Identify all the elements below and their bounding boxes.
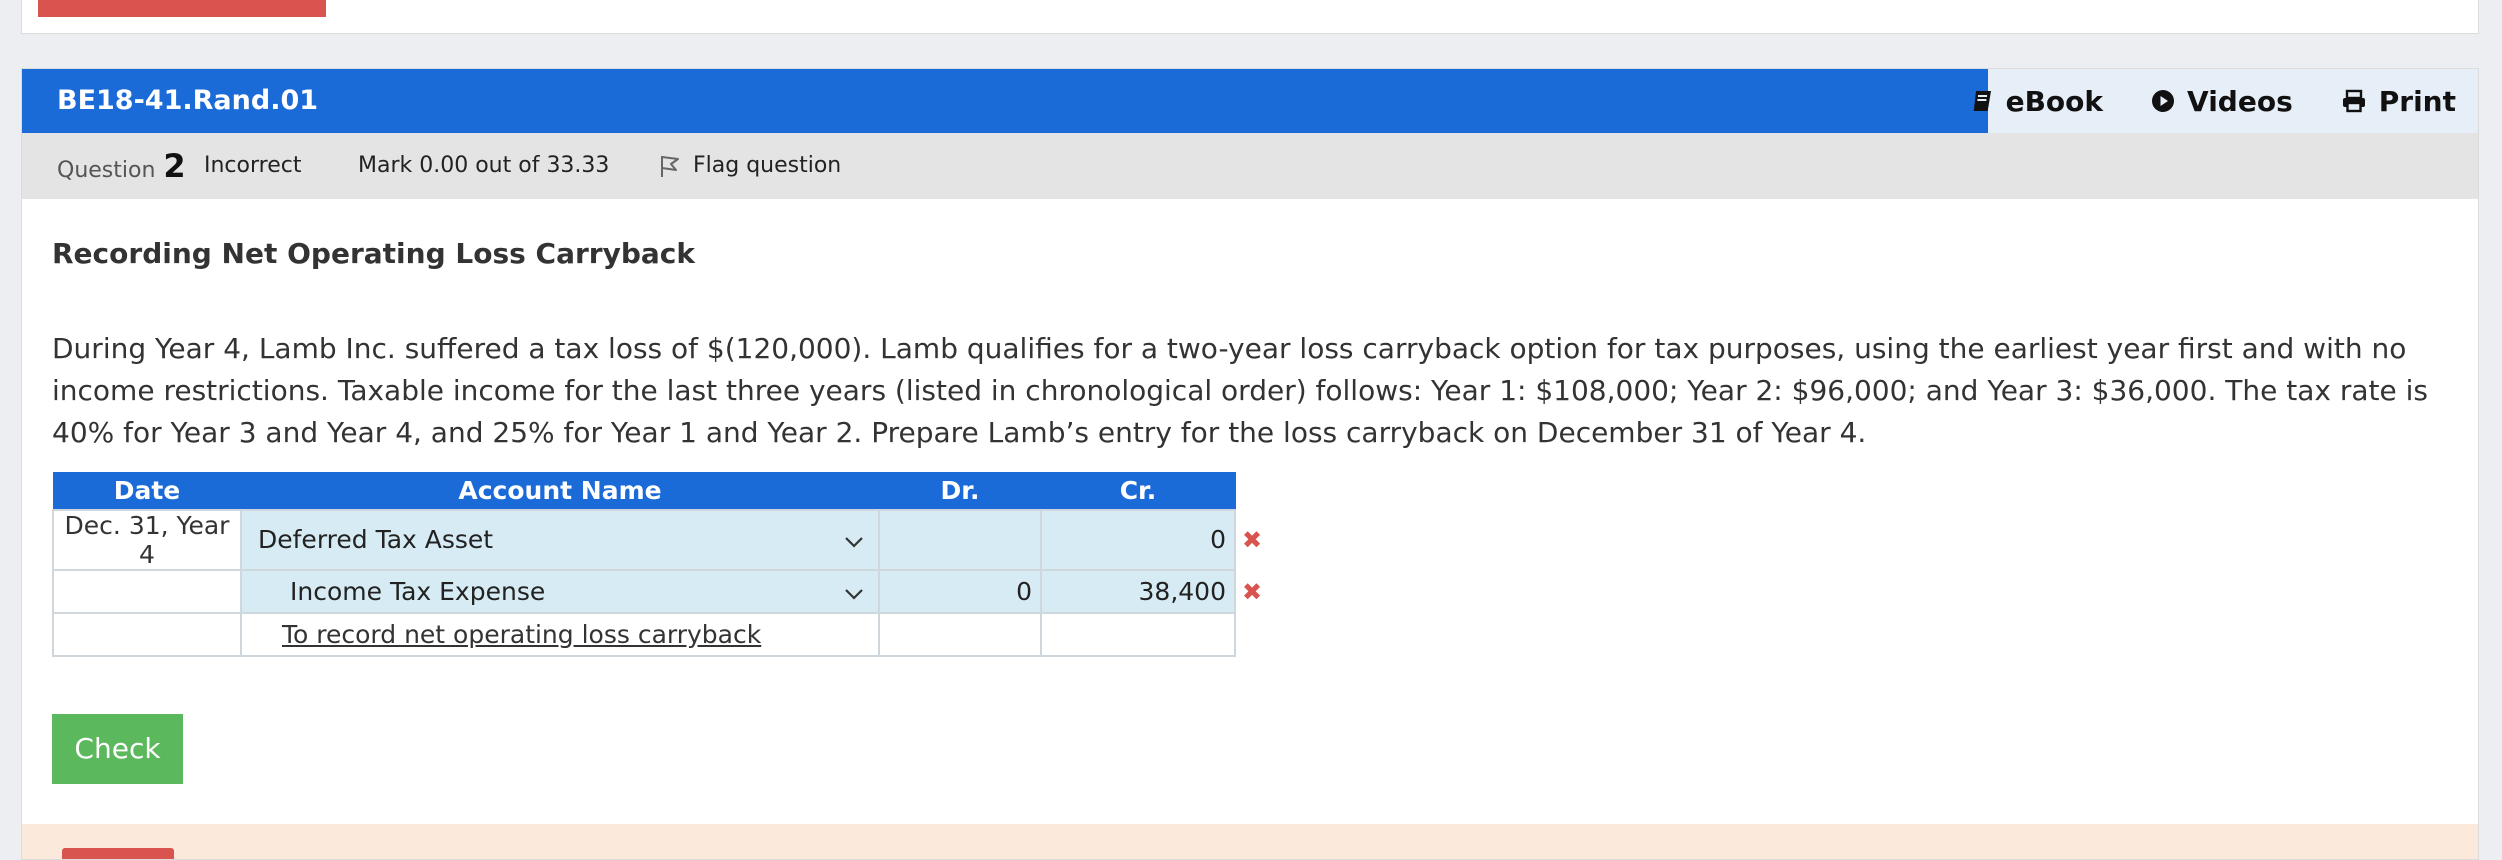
credit-input[interactable]: 0 — [1040, 508, 1236, 571]
question-card: BE18-41.Rand.01 eBook Videos Print Quest… — [21, 68, 2479, 860]
journal-entry-table: Date Account Name Dr. Cr. Dec. 31, Year … — [52, 472, 1268, 657]
videos-label: Videos — [2187, 84, 2293, 118]
question-number: 2 — [163, 147, 186, 185]
question-text: During Year 4, Lamb Inc. suffered a tax … — [52, 332, 2428, 449]
credit-column-header: Cr. — [1040, 472, 1236, 510]
entry-description-link[interactable]: To record net operating loss carryback — [242, 620, 761, 649]
question-content: Recording Net Operating Loss Carryback D… — [22, 237, 2478, 784]
previous-feedback-tab — [38, 0, 326, 17]
journal-row: Income Tax Expense 0 38,400 ✖ — [52, 568, 1267, 614]
journal-note-row: To record net operating loss carryback — [52, 611, 1267, 657]
tools-bar: eBook Videos Print — [1973, 69, 2478, 133]
incorrect-x-icon: ✖ — [1242, 577, 1263, 606]
check-button[interactable]: Check — [52, 713, 183, 784]
flag-question-button[interactable]: Flag question — [659, 133, 841, 199]
question-info-bar: Question 2 Incorrect Mark 0.00 out of 33.… — [22, 133, 2478, 199]
question-status: Incorrect — [204, 153, 302, 178]
credit-input[interactable]: 38,400 — [1040, 568, 1236, 614]
question-label: Question — [57, 158, 156, 183]
debit-cell — [878, 611, 1042, 657]
book-icon — [1970, 89, 1994, 113]
debit-input[interactable]: 0 — [878, 568, 1042, 614]
ebook-button[interactable]: eBook — [1970, 85, 2103, 118]
debit-input[interactable] — [878, 508, 1042, 571]
flag-icon — [659, 154, 681, 178]
journal-row: Dec. 31, Year 4 Deferred Tax Asset 0 ✖ — [52, 508, 1267, 571]
account-select-value: Income Tax Expense — [290, 576, 546, 606]
account-select[interactable]: Income Tax Expense — [240, 568, 880, 614]
printer-icon — [2341, 89, 2367, 113]
date-cell: Dec. 31, Year 4 — [52, 508, 242, 571]
question-mark: Mark 0.00 out of 33.33 — [358, 153, 610, 178]
incorrect-x-icon: ✖ — [1242, 526, 1263, 554]
question-id-title: BE18-41.Rand.01 — [57, 85, 319, 116]
account-column-header: Account Name — [240, 472, 880, 510]
play-circle-icon — [2151, 89, 2175, 113]
previous-question-card — [21, 0, 2479, 34]
question-header: BE18-41.Rand.01 eBook Videos Print — [22, 69, 2478, 133]
debit-column-header: Dr. — [878, 472, 1042, 510]
feedback-tab — [62, 848, 174, 859]
chevron-down-icon — [844, 525, 864, 554]
print-label: Print — [2378, 84, 2456, 118]
account-select[interactable]: Deferred Tax Asset — [240, 508, 880, 571]
date-cell — [52, 611, 242, 657]
chevron-down-icon — [844, 577, 864, 606]
date-cell — [52, 568, 242, 614]
account-select-value: Deferred Tax Asset — [258, 525, 494, 554]
date-column-header: Date — [52, 472, 242, 510]
feedback-panel — [22, 824, 2478, 859]
ebook-label: eBook — [2005, 84, 2104, 118]
question-title: Recording Net Operating Loss Carryback — [52, 237, 695, 270]
question-number-label: Question 2 — [57, 133, 186, 204]
journal-header-row: Date Account Name Dr. Cr. — [52, 472, 1267, 510]
credit-cell — [1040, 611, 1236, 657]
flag-question-label: Flag question — [693, 153, 842, 178]
videos-button[interactable]: Videos — [2151, 85, 2293, 118]
print-button[interactable]: Print — [2341, 85, 2456, 118]
